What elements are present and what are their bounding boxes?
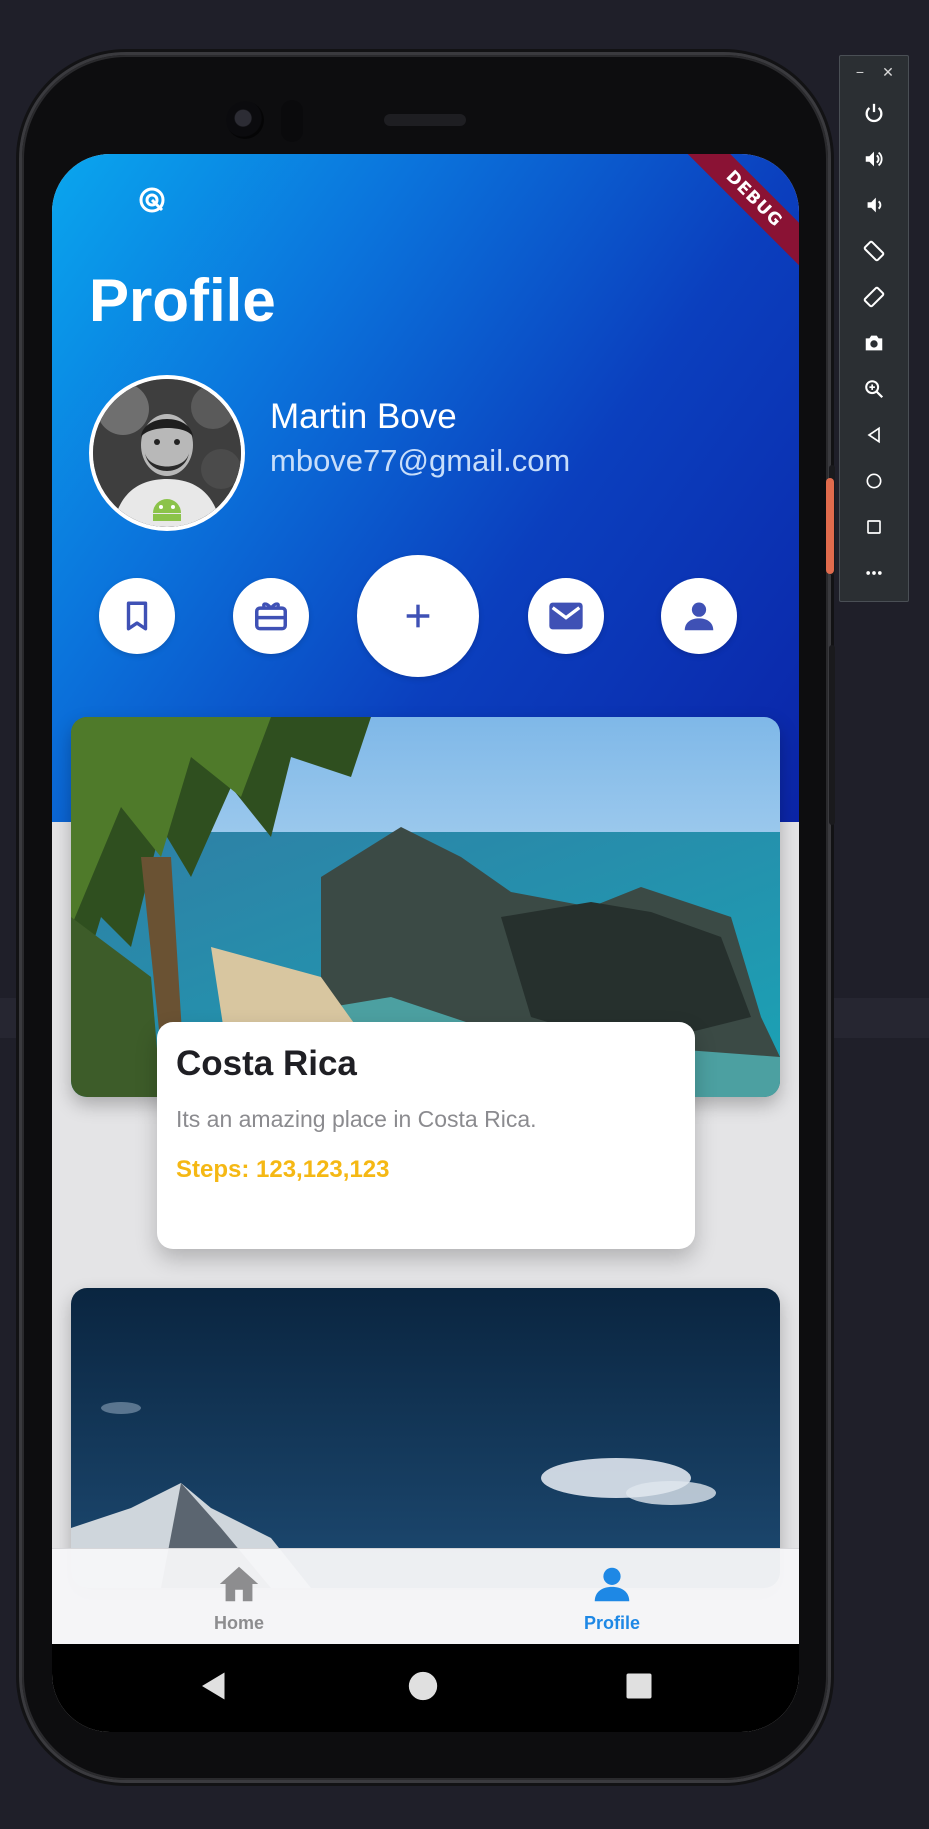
gift-card-button[interactable]: [233, 578, 309, 654]
zoom-button[interactable]: [858, 373, 890, 405]
emulator-toolbar: − ✕: [839, 55, 909, 602]
add-button[interactable]: [357, 555, 479, 677]
app-screen: DEBUG Profile Martin Bove mbove77@gmail.…: [52, 154, 799, 1732]
home-icon: [219, 1566, 259, 1602]
place-description: Its an amazing place in Costa Rica.: [176, 1106, 537, 1132]
screenshot-button[interactable]: [858, 327, 890, 359]
person-icon: [684, 602, 714, 631]
proximity-sensor: [281, 100, 303, 142]
nav-item-profile[interactable]: Profile: [552, 1559, 672, 1639]
user-name: Martin Bove: [270, 397, 457, 436]
back-icon: [867, 426, 880, 444]
page-title: Profile: [89, 267, 276, 334]
volume-up-button[interactable]: [858, 143, 890, 175]
mail-icon: [549, 602, 583, 630]
volume-down-button[interactable]: [858, 189, 890, 221]
user-email: mbove77@gmail.com: [270, 443, 571, 478]
android-icon: [153, 499, 181, 521]
volume-up-icon: [865, 151, 883, 167]
bottom-navigation: Home Profile: [52, 1548, 799, 1645]
volume-side-button: [829, 645, 835, 825]
person-button[interactable]: [661, 578, 737, 654]
system-navigation-bar: [52, 1644, 799, 1732]
add-icon: [406, 604, 430, 628]
back-button[interactable]: [858, 419, 890, 451]
power-button[interactable]: [858, 97, 890, 129]
bookmark-button[interactable]: [99, 578, 175, 654]
front-camera: [226, 101, 264, 139]
zoom-icon: [865, 380, 884, 399]
emulator-accent-strip: [826, 478, 834, 574]
place-title: Costa Rica: [176, 1044, 357, 1083]
rotate-right-icon: [863, 286, 885, 308]
nav-profile-label: Profile: [583, 1613, 640, 1633]
place-card-image-2[interactable]: [71, 1288, 780, 1588]
back-icon[interactable]: [196, 1668, 232, 1704]
home-icon: [866, 473, 882, 489]
power-icon: [865, 103, 883, 123]
overview-button[interactable]: [858, 511, 890, 543]
person-icon: [594, 1567, 630, 1602]
rotate-left-button[interactable]: [858, 235, 890, 267]
radar-icon: [139, 187, 165, 213]
mail-button[interactable]: [528, 578, 604, 654]
place-info-card[interactable]: Costa Rica Its an amazing place in Costa…: [157, 1022, 695, 1249]
avatar[interactable]: [89, 375, 245, 531]
mountain-photo: [71, 1288, 780, 1588]
card-giftcard-icon: [255, 602, 287, 631]
home-circle-icon[interactable]: [406, 1669, 440, 1703]
nav-home-label: Home: [213, 1613, 264, 1633]
rotate-right-button[interactable]: [858, 281, 890, 313]
more-icon: [866, 571, 882, 575]
rotate-left-icon: [863, 240, 885, 262]
camera-icon: [865, 335, 883, 351]
place-steps: Steps: 123,123,123: [176, 1156, 390, 1183]
minimize-icon[interactable]: −: [852, 64, 868, 80]
close-icon[interactable]: ✕: [880, 64, 896, 80]
earpiece-speaker: [384, 114, 466, 126]
nav-item-home[interactable]: Home: [179, 1559, 299, 1639]
overview-icon[interactable]: [624, 1671, 654, 1701]
home-button[interactable]: [858, 465, 890, 497]
overview-icon: [867, 520, 881, 534]
bookmark-icon: [126, 601, 148, 631]
volume-down-icon: [867, 197, 882, 213]
more-button[interactable]: [858, 557, 890, 589]
